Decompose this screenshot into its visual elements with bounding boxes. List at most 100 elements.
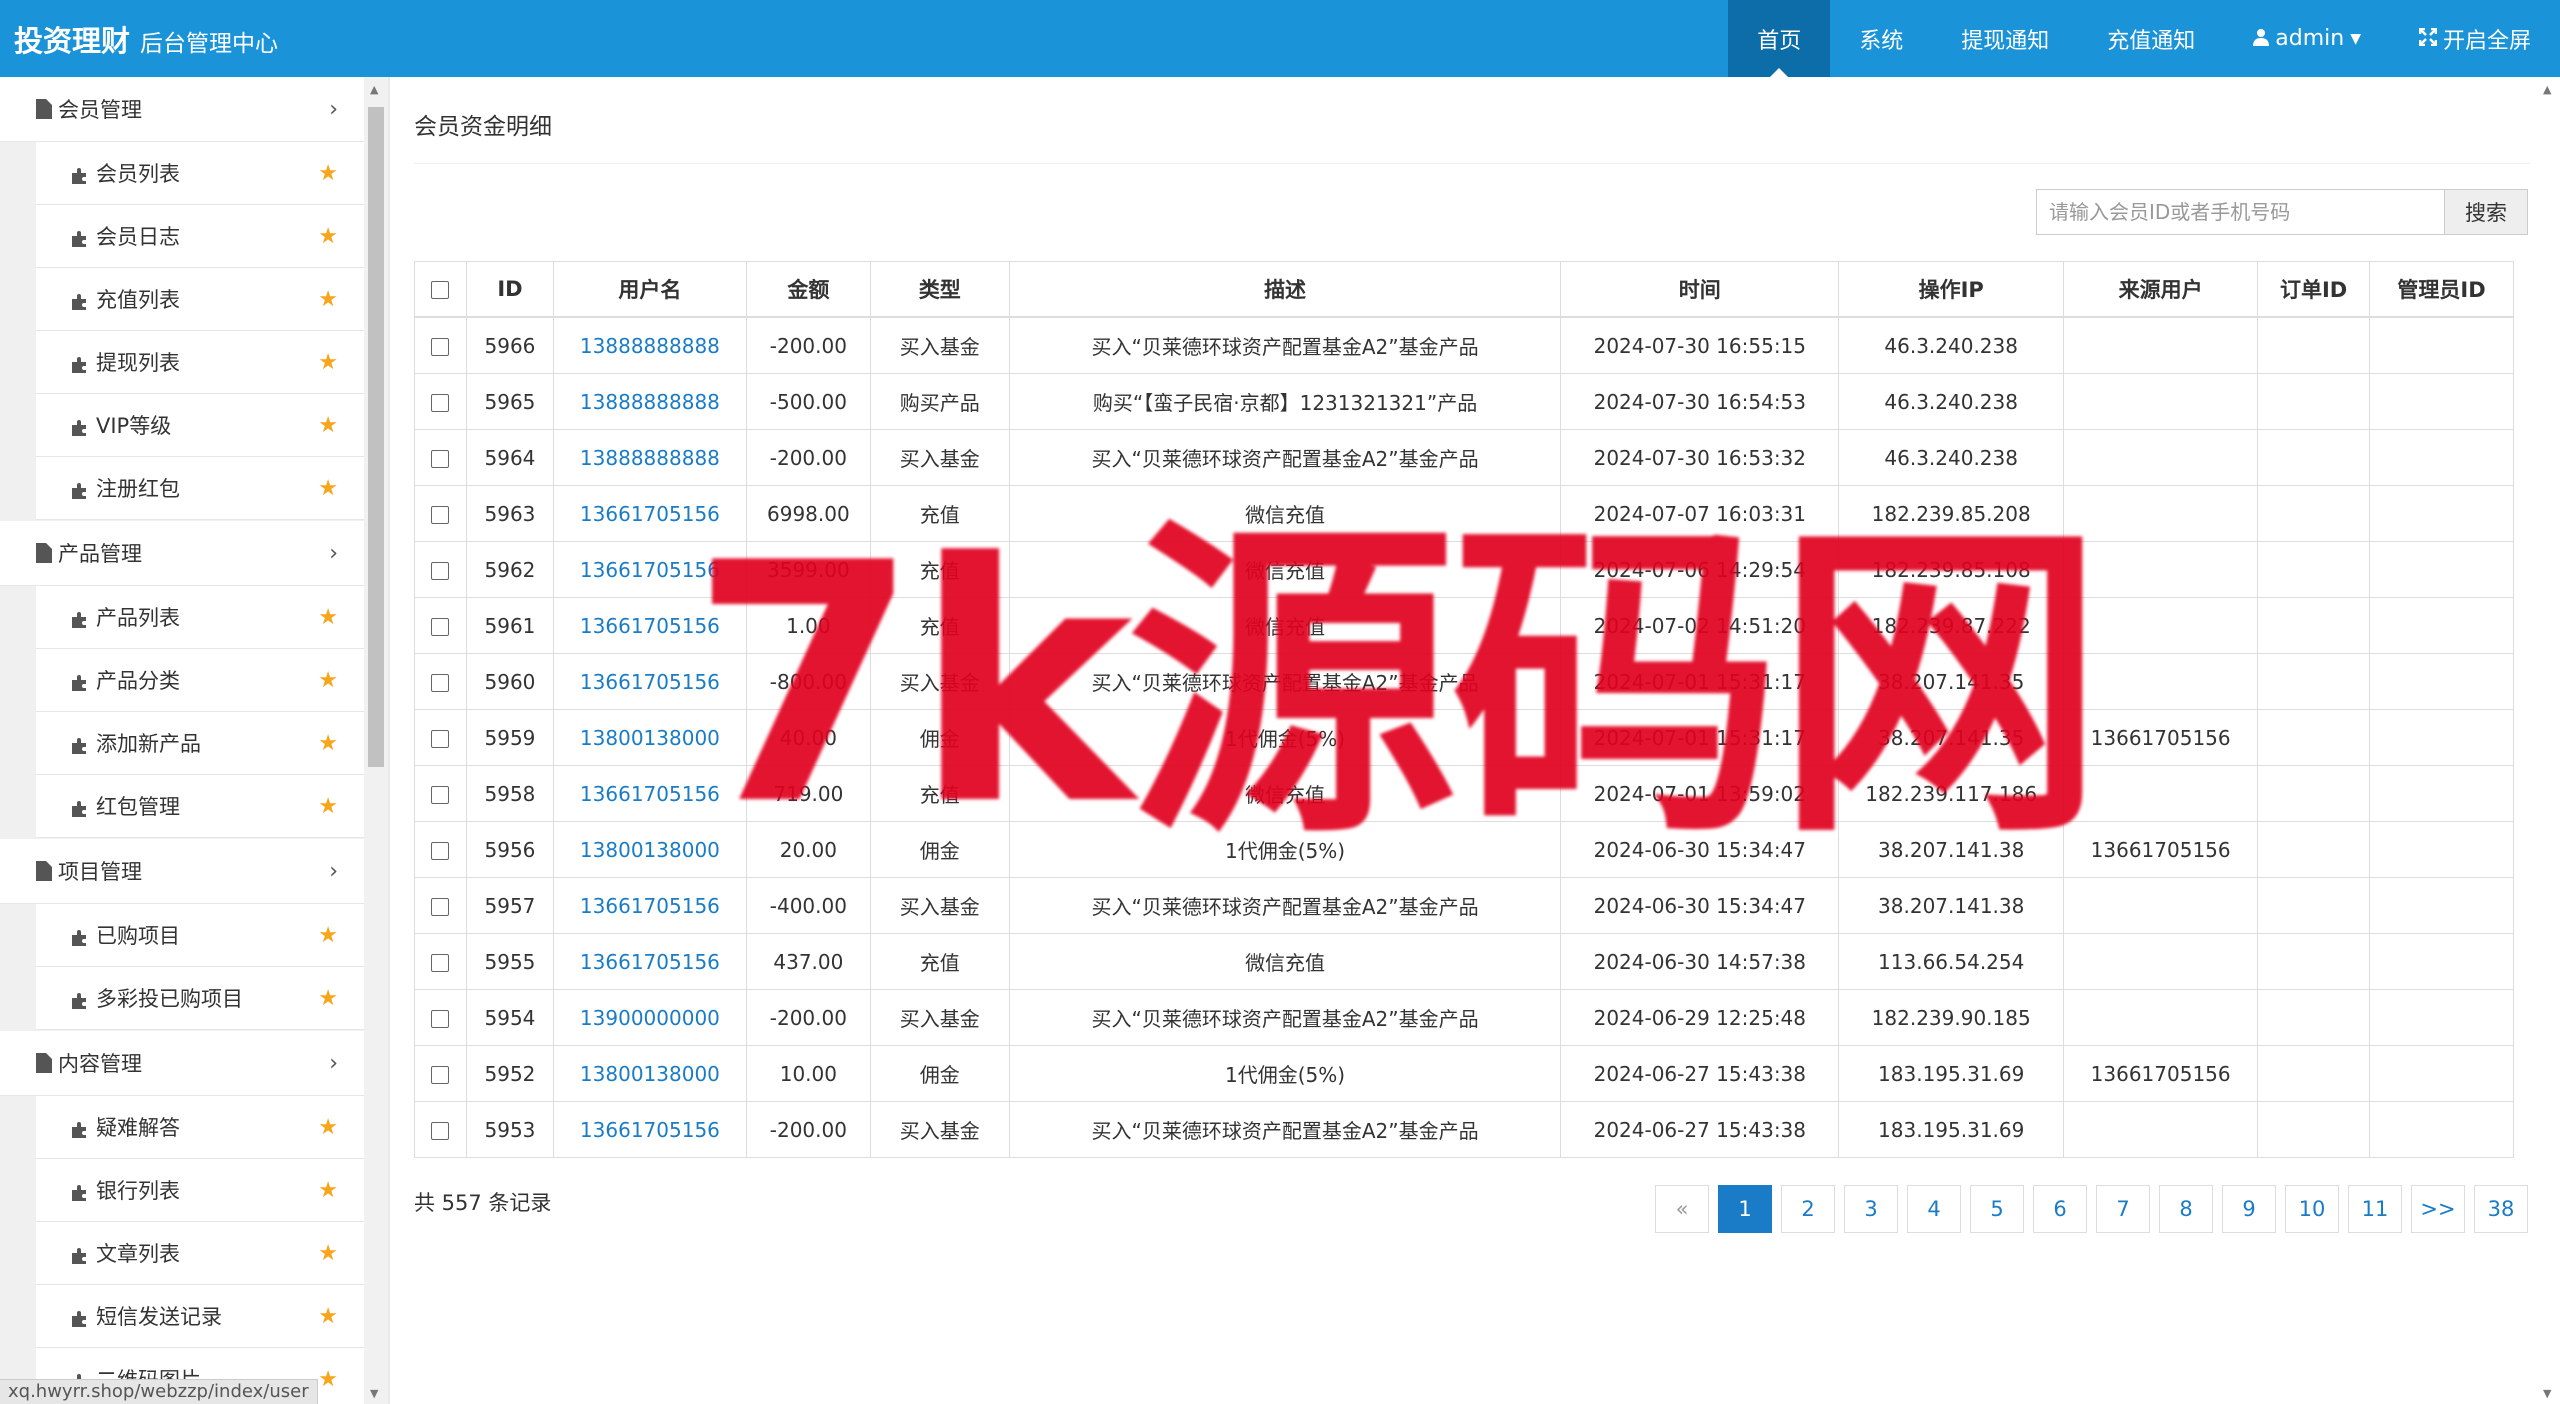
sidebar-group[interactable]: 项目管理 › bbox=[0, 839, 364, 904]
sidebar-item[interactable]: 提现列表 ★ bbox=[36, 331, 364, 394]
nav-admin-menu[interactable]: admin ▼ bbox=[2224, 0, 2390, 77]
row-select-cell[interactable] bbox=[414, 541, 467, 598]
page-link[interactable]: 5 bbox=[1970, 1185, 2024, 1233]
page-link[interactable]: 8 bbox=[2159, 1185, 2213, 1233]
row-checkbox[interactable] bbox=[431, 898, 450, 916]
sidebar-scroll-thumb[interactable] bbox=[368, 107, 384, 767]
row-checkbox[interactable] bbox=[431, 730, 450, 748]
sidebar-scrollbar[interactable]: ▲ ▼ bbox=[364, 77, 388, 1404]
page-link[interactable]: 6 bbox=[2033, 1185, 2087, 1233]
sidebar-item[interactable]: 文章列表 ★ bbox=[36, 1222, 364, 1285]
sidebar-item[interactable]: 已购项目 ★ bbox=[36, 904, 364, 967]
row-checkbox[interactable] bbox=[431, 338, 450, 356]
star-icon[interactable]: ★ bbox=[318, 161, 338, 186]
page-scroll-down-icon[interactable]: ▼ bbox=[2543, 1387, 2551, 1400]
star-icon[interactable]: ★ bbox=[318, 1115, 338, 1140]
sidebar-item[interactable]: 疑难解答 ★ bbox=[36, 1096, 364, 1159]
row-select-cell[interactable] bbox=[414, 989, 467, 1046]
page-link[interactable]: 1 bbox=[1718, 1185, 1772, 1233]
select-all-cell[interactable] bbox=[414, 261, 467, 318]
page-link[interactable]: 7 bbox=[2096, 1185, 2150, 1233]
username-link[interactable]: 13661705156 bbox=[552, 933, 747, 990]
star-icon[interactable]: ★ bbox=[318, 413, 338, 438]
row-select-cell[interactable] bbox=[414, 316, 467, 374]
sidebar-item[interactable]: 会员日志 ★ bbox=[36, 205, 364, 268]
nav-recharge-notice[interactable]: 充值通知 bbox=[2078, 0, 2224, 77]
page-link[interactable]: 38 bbox=[2474, 1185, 2528, 1233]
row-select-cell[interactable] bbox=[414, 429, 467, 486]
star-icon[interactable]: ★ bbox=[318, 986, 338, 1011]
row-checkbox[interactable] bbox=[431, 450, 450, 468]
sidebar-group[interactable]: 会员管理 › bbox=[0, 77, 364, 142]
nav-fullscreen[interactable]: 开启全屏 bbox=[2390, 0, 2560, 77]
star-icon[interactable]: ★ bbox=[318, 794, 338, 819]
star-icon[interactable]: ★ bbox=[318, 1241, 338, 1266]
username-link[interactable]: 13900000000 bbox=[552, 989, 747, 1046]
row-select-cell[interactable] bbox=[414, 877, 467, 934]
star-icon[interactable]: ★ bbox=[318, 668, 338, 693]
row-checkbox[interactable] bbox=[431, 674, 450, 692]
row-checkbox[interactable] bbox=[431, 786, 450, 804]
star-icon[interactable]: ★ bbox=[318, 1178, 338, 1203]
username-link[interactable]: 13888888888 bbox=[552, 373, 747, 430]
scroll-up-icon[interactable]: ▲ bbox=[370, 83, 378, 96]
star-icon[interactable]: ★ bbox=[318, 1304, 338, 1329]
row-select-cell[interactable] bbox=[414, 485, 467, 542]
row-select-cell[interactable] bbox=[414, 765, 467, 822]
sidebar-item[interactable]: 产品分类 ★ bbox=[36, 649, 364, 712]
row-checkbox[interactable] bbox=[431, 506, 450, 524]
select-all-checkbox[interactable] bbox=[431, 281, 450, 299]
nav-withdraw-notice[interactable]: 提现通知 bbox=[1932, 0, 2078, 77]
page-link[interactable]: 11 bbox=[2348, 1185, 2402, 1233]
row-select-cell[interactable] bbox=[414, 1101, 467, 1158]
username-link[interactable]: 13888888888 bbox=[552, 429, 747, 486]
sidebar-item[interactable]: 产品列表 ★ bbox=[36, 586, 364, 649]
sidebar-item[interactable]: 会员列表 ★ bbox=[36, 142, 364, 205]
row-select-cell[interactable] bbox=[414, 653, 467, 710]
username-link[interactable]: 13800138000 bbox=[552, 1045, 747, 1102]
sidebar-item[interactable]: 红包管理 ★ bbox=[36, 775, 364, 838]
row-checkbox[interactable] bbox=[431, 394, 450, 412]
search-input[interactable] bbox=[2036, 189, 2444, 235]
row-select-cell[interactable] bbox=[414, 1045, 467, 1102]
nav-home[interactable]: 首页 bbox=[1728, 0, 1831, 77]
row-checkbox[interactable] bbox=[431, 1010, 450, 1028]
page-link[interactable]: 4 bbox=[1907, 1185, 1961, 1233]
sidebar-item[interactable]: VIP等级 ★ bbox=[36, 394, 364, 457]
username-link[interactable]: 13661705156 bbox=[552, 877, 747, 934]
row-checkbox[interactable] bbox=[431, 1066, 450, 1084]
page-link[interactable]: 10 bbox=[2285, 1185, 2339, 1233]
sidebar-item[interactable]: 多彩投已购项目 ★ bbox=[36, 967, 364, 1030]
row-select-cell[interactable] bbox=[414, 933, 467, 990]
page-link[interactable]: >> bbox=[2411, 1185, 2465, 1233]
sidebar-item[interactable]: 添加新产品 ★ bbox=[36, 712, 364, 775]
row-select-cell[interactable] bbox=[414, 373, 467, 430]
nav-system[interactable]: 系统 bbox=[1830, 0, 1932, 77]
star-icon[interactable]: ★ bbox=[318, 1367, 338, 1392]
row-checkbox[interactable] bbox=[431, 842, 450, 860]
row-checkbox[interactable] bbox=[431, 954, 450, 972]
page-link[interactable]: 3 bbox=[1844, 1185, 1898, 1233]
page-link[interactable]: 9 bbox=[2222, 1185, 2276, 1233]
username-link[interactable]: 13661705156 bbox=[552, 1101, 747, 1158]
scroll-down-icon[interactable]: ▼ bbox=[370, 1387, 378, 1400]
row-checkbox[interactable] bbox=[431, 618, 450, 636]
star-icon[interactable]: ★ bbox=[318, 287, 338, 312]
row-checkbox[interactable] bbox=[431, 1122, 450, 1140]
page-link[interactable]: 2 bbox=[1781, 1185, 1835, 1233]
page-scroll-up-icon[interactable]: ▲ bbox=[2543, 83, 2551, 96]
search-button[interactable]: 搜索 bbox=[2444, 189, 2528, 235]
row-select-cell[interactable] bbox=[414, 709, 467, 766]
sidebar-group[interactable]: 产品管理 › bbox=[0, 521, 364, 586]
star-icon[interactable]: ★ bbox=[318, 605, 338, 630]
row-select-cell[interactable] bbox=[414, 597, 467, 654]
sidebar-item[interactable]: 充值列表 ★ bbox=[36, 268, 364, 331]
row-checkbox[interactable] bbox=[431, 562, 450, 580]
row-select-cell[interactable] bbox=[414, 821, 467, 878]
star-icon[interactable]: ★ bbox=[318, 224, 338, 249]
sidebar-item[interactable]: 银行列表 ★ bbox=[36, 1159, 364, 1222]
star-icon[interactable]: ★ bbox=[318, 476, 338, 501]
sidebar-group[interactable]: 内容管理 › bbox=[0, 1031, 364, 1096]
star-icon[interactable]: ★ bbox=[318, 350, 338, 375]
sidebar-item[interactable]: 短信发送记录 ★ bbox=[36, 1285, 364, 1348]
